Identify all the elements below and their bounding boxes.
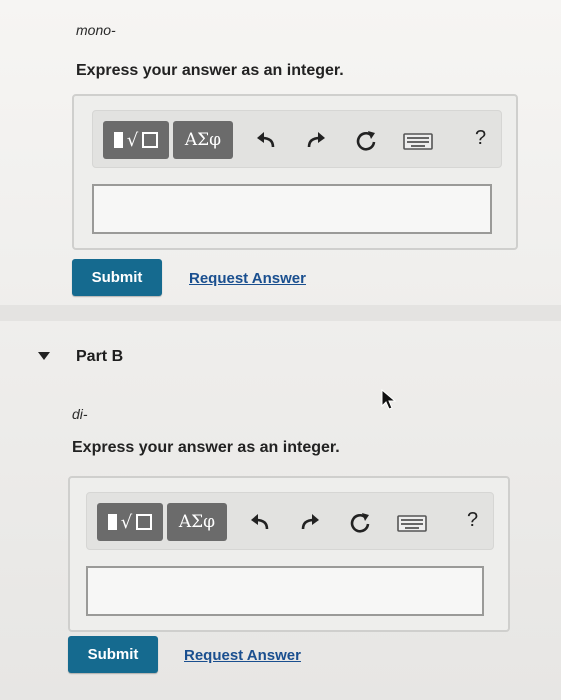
redo-icon[interactable] — [299, 512, 321, 534]
sqrt-icon: √ — [120, 511, 133, 533]
page: mono- Express your answer as an integer.… — [0, 0, 561, 700]
part-a-math-toolbar: √ ΑΣφ ? — [92, 110, 502, 168]
template-icon — [107, 514, 117, 530]
help-icon[interactable]: ? — [475, 127, 486, 150]
keyboard-icon[interactable] — [397, 512, 427, 534]
part-b-request-answer-link[interactable]: Request Answer — [184, 647, 301, 664]
part-a-answer-box: √ ΑΣφ ? — [72, 94, 518, 250]
part-b-answer-box: √ ΑΣφ ? — [68, 476, 510, 632]
placeholder-icon — [142, 132, 159, 148]
keyboard-icon[interactable] — [403, 130, 433, 152]
mouse-cursor-icon — [381, 388, 397, 410]
part-a-term: mono- — [76, 22, 116, 38]
template-icon — [113, 132, 123, 148]
part-b-answer-input[interactable] — [86, 566, 484, 616]
reset-icon[interactable] — [355, 130, 377, 152]
part-a-submit-button[interactable]: Submit — [72, 259, 162, 296]
part-a-request-answer-link[interactable]: Request Answer — [189, 270, 306, 287]
reset-icon[interactable] — [349, 512, 371, 534]
help-icon[interactable]: ? — [467, 509, 478, 532]
caret-down-icon[interactable] — [38, 352, 50, 360]
part-b-instruction: Express your answer as an integer. — [72, 439, 340, 456]
part-a-template-button[interactable]: √ — [103, 121, 169, 159]
part-b-title[interactable]: Part B — [76, 348, 123, 366]
part-b-math-toolbar: √ ΑΣφ ? — [86, 492, 494, 550]
part-a-answer-input[interactable] — [92, 184, 492, 234]
sqrt-icon: √ — [126, 129, 139, 151]
undo-icon[interactable] — [255, 130, 277, 152]
part-b-term: di- — [72, 406, 88, 422]
part-b-template-button[interactable]: √ — [97, 503, 163, 541]
part-a-greek-button[interactable]: ΑΣφ — [173, 121, 233, 159]
undo-icon[interactable] — [249, 512, 271, 534]
section-divider — [0, 305, 561, 321]
part-a-instruction: Express your answer as an integer. — [76, 62, 344, 79]
part-b-greek-button[interactable]: ΑΣφ — [167, 503, 227, 541]
placeholder-icon — [136, 514, 153, 530]
redo-icon[interactable] — [305, 130, 327, 152]
part-b-submit-button[interactable]: Submit — [68, 636, 158, 673]
